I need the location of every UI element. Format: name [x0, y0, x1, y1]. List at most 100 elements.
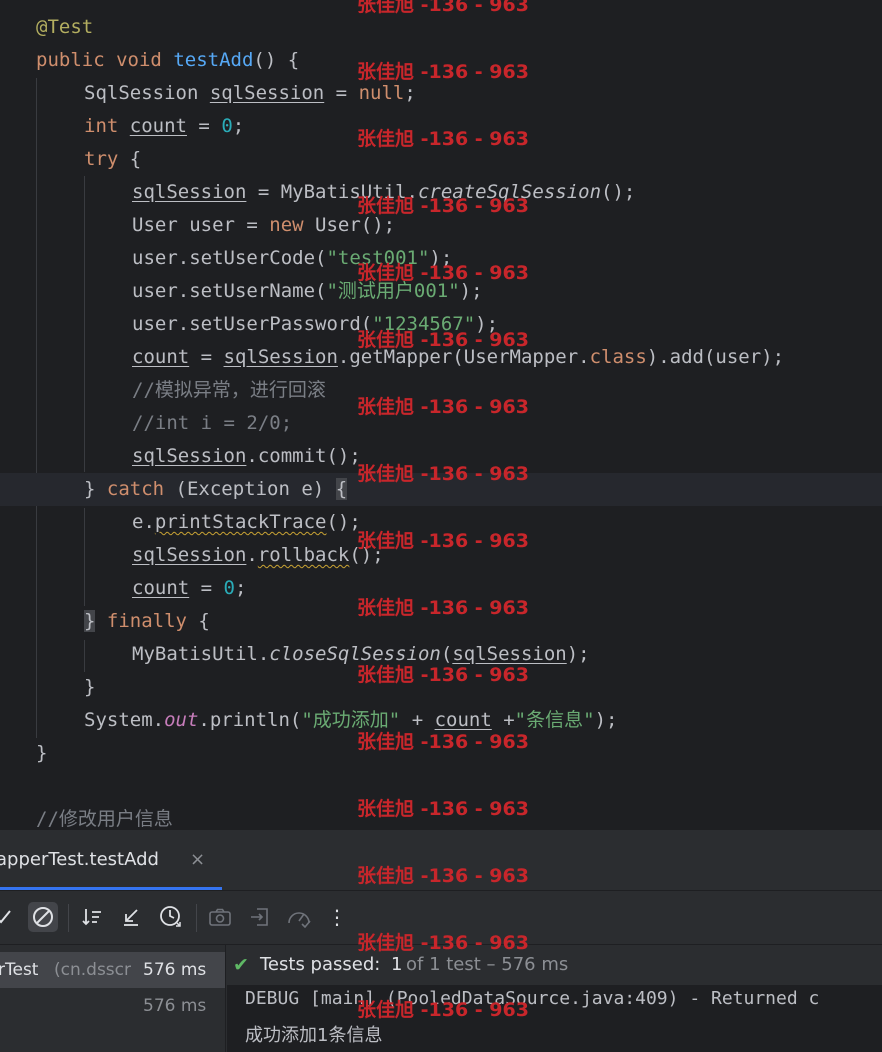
code-line-6[interactable]: sqlSession = MyBatisUtil.createSqlSessio…: [0, 176, 882, 209]
code-line-3[interactable]: SqlSession sqlSession = null;: [0, 77, 882, 110]
code-text: (Exception e): [164, 478, 336, 500]
code-line-14[interactable]: sqlSession.commit();: [0, 440, 882, 473]
test-duration: 576 ms: [143, 960, 207, 980]
code-line-11[interactable]: count = sqlSession.getMapper(UserMapper.…: [0, 341, 882, 374]
code-text: =: [324, 82, 359, 104]
keyword-token: finally: [95, 610, 187, 632]
code-text: ;: [232, 115, 245, 137]
number-token: 0: [223, 577, 235, 599]
code-text: User user =: [132, 214, 270, 236]
code-text: ;: [234, 577, 247, 599]
code-line-10[interactable]: user.setUserPassword("1234567");: [0, 308, 882, 341]
code-line-22[interactable]: System.out.println("成功添加" + count +"条信息"…: [0, 704, 882, 737]
keyword-token: try: [84, 148, 119, 170]
test-class-name: rTest: [0, 960, 39, 980]
code-text: user.setUserCode(: [132, 247, 327, 269]
code-line-9[interactable]: user.setUserName("测试用户001");: [0, 275, 882, 308]
code-text: .println(: [198, 709, 302, 731]
test-tree-item[interactable]: 576 ms: [0, 988, 225, 1024]
code-text: ();: [601, 181, 636, 203]
code-line-19[interactable]: } finally {: [0, 605, 882, 638]
tests-passed-detail: of 1 test – 576 ms: [406, 954, 569, 975]
code-text: }: [36, 742, 48, 764]
run-tool-window: apperTest.testAdd × ⋮ rTest (cn.dsscr 57…: [0, 830, 882, 1052]
string-token: "测试用户001": [326, 280, 460, 302]
code-line-4[interactable]: int count = 0;: [0, 110, 882, 143]
code-text: {: [186, 610, 210, 632]
more-options-icon[interactable]: ⋮: [322, 902, 352, 932]
type-token: SqlSession: [84, 82, 199, 104]
code-text: .getMapper(UserMapper.: [337, 346, 590, 368]
test-results-tree: rTest (cn.dsscr 576 ms 576 ms: [0, 945, 226, 1052]
code-text: ();: [349, 544, 384, 566]
test-duration: 576 ms: [143, 996, 207, 1016]
code-text: = MyBatisUtil.: [246, 181, 418, 203]
collapse-icon[interactable]: [116, 902, 146, 932]
code-line-12[interactable]: //模拟异常，进行回滚: [0, 374, 882, 407]
run-tab-testadd[interactable]: apperTest.testAdd ×: [0, 830, 222, 890]
keyword-token: class: [589, 346, 647, 368]
code-text: User();: [303, 214, 396, 236]
code-text: ;: [404, 82, 416, 104]
code-text: () {: [253, 49, 300, 71]
code-line-7[interactable]: User user = new User();: [0, 209, 882, 242]
code-text: }: [84, 478, 107, 500]
sort-icon[interactable]: [78, 902, 108, 932]
string-token: "成功添加": [301, 709, 401, 731]
code-line-13[interactable]: //int i = 2/0;: [0, 407, 882, 440]
method-name-warning: rollback: [257, 544, 350, 566]
code-line-25[interactable]: //修改用户信息: [0, 803, 882, 830]
variable-token: sqlSession: [132, 544, 247, 566]
code-line-21[interactable]: }: [0, 671, 882, 704]
code-line-15-current[interactable]: } catch (Exception e) {: [0, 473, 882, 506]
code-text: );: [475, 313, 499, 335]
show-passed-check-icon[interactable]: [0, 902, 18, 932]
show-ignored-icon[interactable]: [28, 902, 58, 932]
code-line-17[interactable]: sqlSession.rollback();: [0, 539, 882, 572]
code-text: ).add(user);: [646, 346, 785, 368]
tests-passed-count: 1: [391, 954, 403, 975]
console-output[interactable]: ✔ Tests passed: 1 of 1 test – 576 ms DEB…: [227, 945, 882, 1052]
code-line-23[interactable]: }: [0, 737, 882, 770]
close-icon[interactable]: ×: [190, 849, 205, 870]
code-line-18[interactable]: count = 0;: [0, 572, 882, 605]
code-text: +: [400, 709, 435, 731]
method-name-warning: printStackTrace: [154, 511, 327, 533]
code-text: =: [189, 346, 224, 368]
string-token: "条信息": [514, 709, 595, 731]
code-text: .commit();: [246, 445, 361, 467]
tests-passed-label: Tests passed:: [260, 954, 381, 975]
history-clock-icon[interactable]: [156, 902, 186, 932]
variable-token: sqlSession: [132, 181, 247, 203]
code-text: (: [440, 643, 453, 665]
code-line-16[interactable]: e.printStackTrace();: [0, 506, 882, 539]
gauge-icon[interactable]: [284, 902, 314, 932]
test-tree-item[interactable]: rTest (cn.dsscr 576 ms: [0, 952, 225, 988]
keyword-token: null: [358, 82, 405, 104]
method-name: testAdd: [173, 49, 254, 71]
code-line-8[interactable]: user.setUserCode("test001");: [0, 242, 882, 275]
code-line-20[interactable]: MyBatisUtil.closeSqlSession(sqlSession);: [0, 638, 882, 671]
code-text: );: [594, 709, 618, 731]
keyword-token: catch: [106, 478, 165, 500]
method-name: createSqlSession: [417, 181, 602, 203]
import-icon[interactable]: [245, 902, 275, 932]
field-token: out: [164, 709, 199, 731]
method-name: closeSqlSession: [269, 643, 441, 665]
run-toolbar: ⋮: [0, 892, 882, 945]
tab-active-indicator: [0, 887, 222, 890]
toolbar-separator: [68, 904, 69, 932]
code-line-1[interactable]: @Test: [0, 11, 882, 44]
code-editor[interactable]: @Test public void testAdd() { SqlSession…: [0, 0, 882, 830]
camera-icon[interactable]: [205, 902, 235, 932]
variable-token: count: [132, 577, 190, 599]
keyword-token: public: [36, 49, 105, 71]
code-text: );: [459, 280, 483, 302]
code-line-2[interactable]: public void testAdd() {: [0, 44, 882, 77]
variable-token: sqlSession: [209, 82, 325, 104]
string-token: "test001": [326, 247, 430, 269]
code-line-5[interactable]: try {: [0, 143, 882, 176]
comment-token: //模拟异常，进行回滚: [132, 379, 326, 401]
keyword-token: new: [269, 214, 304, 236]
variable-token: sqlSession: [223, 346, 338, 368]
